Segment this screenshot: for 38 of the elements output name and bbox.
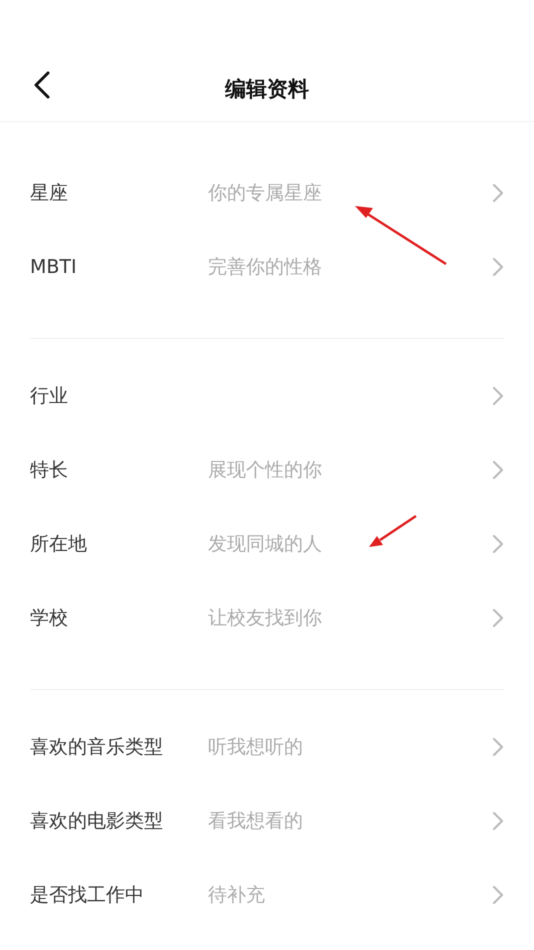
back-icon	[34, 71, 50, 99]
chevron-right-icon	[492, 608, 504, 628]
profile-row[interactable]: 行业	[0, 359, 534, 433]
field-label: MBTI	[30, 256, 78, 278]
field-label: 特长	[30, 458, 69, 483]
field-label: 行业	[30, 384, 69, 409]
field-hint: 展现个性的你	[208, 458, 323, 483]
field-label: 所在地	[30, 532, 88, 557]
chevron-right-icon	[492, 737, 504, 757]
profile-row[interactable]: 学校 让校友找到你	[0, 581, 534, 655]
profile-row[interactable]: 喜欢的电影类型 看我想看的	[0, 784, 534, 858]
chevron-right-icon	[492, 183, 504, 203]
page-title: 编辑资料	[225, 76, 309, 103]
arrow-drawing	[369, 514, 417, 547]
field-label: 学校	[30, 606, 69, 631]
field-label: 喜欢的音乐类型	[30, 735, 164, 760]
field-label: 喜欢的电影类型	[30, 809, 164, 834]
chevron-right-icon	[492, 885, 504, 905]
profile-row[interactable]: 星座 你的专属星座	[0, 156, 534, 230]
field-label: 是否找工作中	[30, 883, 145, 908]
chevron-right-icon	[492, 811, 504, 831]
field-hint: 你的专属星座	[208, 181, 323, 206]
profile-row[interactable]: MBTI 完善你的性格	[0, 230, 534, 304]
field-hint: 听我想听的	[208, 735, 304, 760]
field-hint: 待补充	[208, 883, 266, 908]
profile-row[interactable]: 喜欢的音乐类型 听我想听的	[0, 710, 534, 784]
profile-row[interactable]: 是否找工作中 待补充	[0, 858, 534, 932]
field-hint: 看我想看的	[208, 809, 304, 834]
chevron-right-icon	[492, 460, 504, 480]
field-hint: 发现同城的人	[208, 532, 323, 557]
chevron-right-icon	[492, 534, 504, 554]
field-hint: 完善你的性格	[208, 255, 323, 280]
field-label: 星座	[30, 181, 69, 206]
field-hint: 让校友找到你	[208, 606, 323, 631]
profile-row[interactable]: 所在地 发现同城的人	[0, 507, 534, 581]
chevron-right-icon	[492, 257, 504, 277]
chevron-right-icon	[492, 386, 504, 406]
profile-row[interactable]: 特长 展现个性的你	[0, 433, 534, 507]
